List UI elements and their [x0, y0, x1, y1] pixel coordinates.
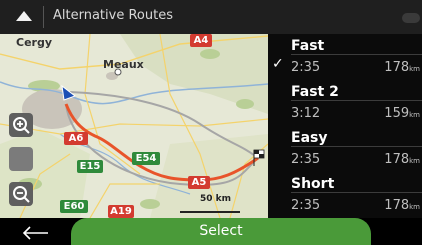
route-divider [291, 100, 422, 101]
zoom-out-button[interactable] [9, 182, 33, 206]
route-name: Fast 2 [291, 84, 339, 100]
road-label-e15: E15 [79, 161, 101, 172]
route-distance-value: 159 [384, 106, 410, 121]
route-divider [291, 192, 422, 193]
route-distance-unit: km [409, 203, 420, 211]
route-item-short[interactable]: Short 2:35 178km [268, 172, 422, 218]
road-label-e54: E54 [135, 153, 157, 164]
page-title: Alternative Routes [53, 8, 173, 23]
road-label-e60: E60 [63, 201, 85, 212]
route-name: Easy [291, 130, 328, 146]
road-label-a6: A6 [68, 133, 84, 144]
map-view[interactable]: Cergy Meaux A4 A6 E15 E54 A5 E60 A19 50 … [0, 34, 268, 218]
route-distance-unit: km [409, 65, 420, 73]
select-button[interactable]: Select [71, 218, 371, 245]
divider [43, 6, 44, 28]
route-name: Fast [291, 38, 325, 54]
route-name: Short [291, 176, 335, 192]
route-distance-unit: km [409, 157, 420, 165]
road-label-a4: A4 [193, 35, 209, 46]
zoom-in-icon [13, 117, 30, 134]
zoom-in-button[interactable] [9, 113, 33, 137]
up-arrow-icon[interactable] [16, 11, 32, 21]
bottom-bar: Select [0, 218, 422, 245]
route-divider [291, 146, 422, 147]
check-icon: ✓ [272, 56, 284, 72]
city-label-meaux: Meaux [103, 58, 144, 71]
route-distance-value: 178 [384, 152, 410, 167]
back-arrow-icon[interactable] [18, 224, 54, 242]
route-list: Fast ✓ 2:35 178km Fast 2 3:12 159km Easy… [268, 34, 422, 218]
route-item-fast[interactable]: Fast ✓ 2:35 178km [268, 34, 422, 80]
top-bar: Alternative Routes [0, 0, 422, 34]
route-item-fast-2[interactable]: Fast 2 3:12 159km [268, 80, 422, 126]
route-distance: 178km [384, 198, 420, 213]
route-distance-value: 178 [384, 60, 410, 75]
route-distance: 178km [384, 60, 420, 75]
select-button-label: Select [199, 223, 243, 239]
route-distance-unit: km [409, 111, 420, 119]
route-time: 2:35 [291, 198, 321, 213]
route-distance: 178km [384, 152, 420, 167]
map-mode-button[interactable] [9, 147, 33, 171]
zoom-out-icon [13, 186, 30, 203]
road-label-a5: A5 [191, 177, 207, 188]
route-divider [291, 54, 422, 55]
route-time: 2:35 [291, 60, 321, 75]
route-distance-value: 178 [384, 198, 410, 213]
route-item-easy[interactable]: Easy 2:35 178km [268, 126, 422, 172]
scale-label: 50 km [200, 194, 232, 204]
route-distance: 159km [384, 106, 420, 121]
chat-icon[interactable] [402, 13, 420, 23]
city-label-cergy: Cergy [16, 36, 53, 49]
road-label-a19: A19 [110, 206, 132, 217]
route-time: 2:35 [291, 152, 321, 167]
route-time: 3:12 [291, 106, 321, 121]
